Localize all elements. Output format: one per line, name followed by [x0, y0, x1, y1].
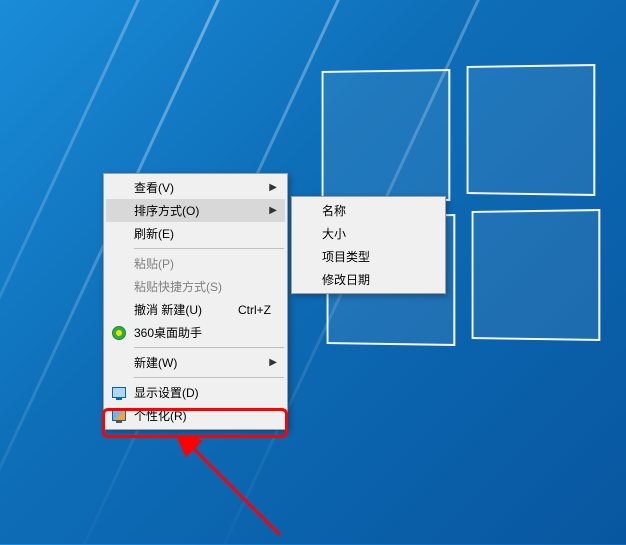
menu-separator: [134, 377, 284, 378]
desktop-context-menu: 查看(V) ▶ 排序方式(O) ▶ 刷新(E) 粘贴(P) 粘贴快捷方式(S) …: [103, 173, 288, 430]
submenu-arrow-icon: ▶: [269, 205, 277, 216]
menu-label: 项目类型: [322, 248, 370, 265]
menu-label: 刷新(E): [134, 225, 174, 242]
submenu-arrow-icon: ▶: [269, 182, 277, 193]
menu-item-personalize[interactable]: 个性化(R): [106, 404, 285, 427]
menu-item-sort[interactable]: 排序方式(O) ▶: [106, 199, 285, 222]
menu-label: 粘贴快捷方式(S): [134, 278, 222, 295]
menu-separator: [134, 248, 284, 249]
sort-submenu: 名称 大小 项目类型 修改日期: [291, 196, 446, 294]
menu-label: 个性化(R): [134, 407, 187, 424]
360-icon: [111, 325, 127, 341]
submenu-item-size[interactable]: 大小: [294, 222, 443, 245]
menu-label: 粘贴(P): [134, 255, 174, 272]
submenu-item-item-type[interactable]: 项目类型: [294, 245, 443, 268]
menu-item-undo-new[interactable]: 撤消 新建(U) Ctrl+Z: [106, 298, 285, 321]
menu-item-refresh[interactable]: 刷新(E): [106, 222, 285, 245]
menu-label: 360桌面助手: [134, 324, 202, 341]
menu-label: 排序方式(O): [134, 202, 199, 219]
menu-label: 显示设置(D): [134, 384, 199, 401]
menu-separator: [134, 347, 284, 348]
menu-label: 大小: [322, 225, 346, 242]
submenu-item-date-modified[interactable]: 修改日期: [294, 268, 443, 291]
display-icon: [111, 385, 127, 401]
menu-item-new[interactable]: 新建(W) ▶: [106, 351, 285, 374]
submenu-item-name[interactable]: 名称: [294, 199, 443, 222]
menu-item-paste-shortcut: 粘贴快捷方式(S): [106, 275, 285, 298]
menu-item-display-settings[interactable]: 显示设置(D): [106, 381, 285, 404]
menu-label: 新建(W): [134, 354, 177, 371]
menu-label: 修改日期: [322, 271, 370, 288]
menu-label: 名称: [322, 202, 346, 219]
menu-item-view[interactable]: 查看(V) ▶: [106, 176, 285, 199]
submenu-arrow-icon: ▶: [269, 357, 277, 368]
menu-shortcut: Ctrl+Z: [238, 303, 271, 317]
personalize-icon: [111, 408, 127, 424]
menu-label: 查看(V): [134, 179, 174, 196]
menu-item-paste: 粘贴(P): [106, 252, 285, 275]
menu-item-360-helper[interactable]: 360桌面助手: [106, 321, 285, 344]
menu-label: 撤消 新建(U): [134, 301, 202, 318]
